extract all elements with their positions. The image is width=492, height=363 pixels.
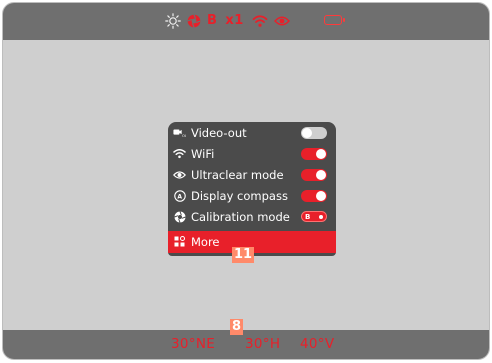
compass-readout: 30°NE 30°H 40°V — [3, 336, 489, 352]
ultraclear-eye-icon — [273, 16, 290, 26]
callout-menu-number: 11 — [232, 247, 255, 263]
compass-horizontal: 30°H — [245, 336, 281, 352]
eye-icon — [173, 168, 186, 181]
settings-menu: OUT Video-out WiFi Ultraclear mode — [168, 122, 336, 256]
calibration-icon — [173, 210, 186, 223]
calibration-mode-indicator: B — [207, 13, 218, 28]
display-compass-toggle[interactable] — [301, 190, 327, 202]
menu-item-label: Video-out — [191, 125, 247, 140]
calibration-icon — [187, 14, 201, 28]
compass-vertical: 40°V — [300, 336, 335, 352]
brightness-icon — [165, 13, 181, 29]
menu-item-calibration-mode[interactable]: Calibration mode B — [168, 206, 336, 227]
wifi-toggle[interactable] — [301, 148, 327, 160]
calibration-mode-value: B — [305, 212, 311, 221]
calibration-mode-selector[interactable]: B — [301, 211, 327, 222]
device-screen: B x1 OUT — [0, 0, 492, 363]
menu-item-label: More — [191, 235, 220, 249]
status-bar: B x1 — [3, 3, 489, 40]
more-icon — [173, 236, 186, 249]
menu-item-ultraclear-mode[interactable]: Ultraclear mode — [168, 164, 336, 185]
zoom-indicator: x1 — [225, 13, 244, 28]
svg-text:OUT: OUT — [182, 134, 186, 138]
menu-item-label: Display compass — [191, 188, 288, 203]
menu-item-wifi[interactable]: WiFi — [168, 143, 336, 164]
menu-item-label: Calibration mode — [191, 209, 290, 224]
wifi-icon — [173, 147, 186, 160]
compass-bar: 30°NE 30°H 40°V — [3, 330, 489, 359]
battery-icon — [324, 15, 345, 25]
callout-compass-number: 8 — [230, 319, 244, 335]
menu-item-video-out[interactable]: OUT Video-out — [168, 122, 336, 143]
menu-item-display-compass[interactable]: A Display compass — [168, 185, 336, 206]
selector-dot — [319, 214, 323, 219]
compass-bearing: 30°NE — [171, 336, 216, 352]
viewfinder: B x1 OUT — [2, 2, 490, 360]
svg-text:A: A — [177, 193, 182, 200]
menu-item-label: WiFi — [191, 146, 215, 161]
menu-item-label: Ultraclear mode — [191, 167, 284, 182]
wifi-icon — [252, 15, 268, 27]
status-icons: B x1 — [165, 11, 290, 31]
compass-icon: A — [173, 189, 186, 202]
video-out-icon: OUT — [173, 126, 186, 139]
video-out-toggle[interactable] — [301, 127, 327, 139]
ultraclear-toggle[interactable] — [301, 169, 327, 181]
